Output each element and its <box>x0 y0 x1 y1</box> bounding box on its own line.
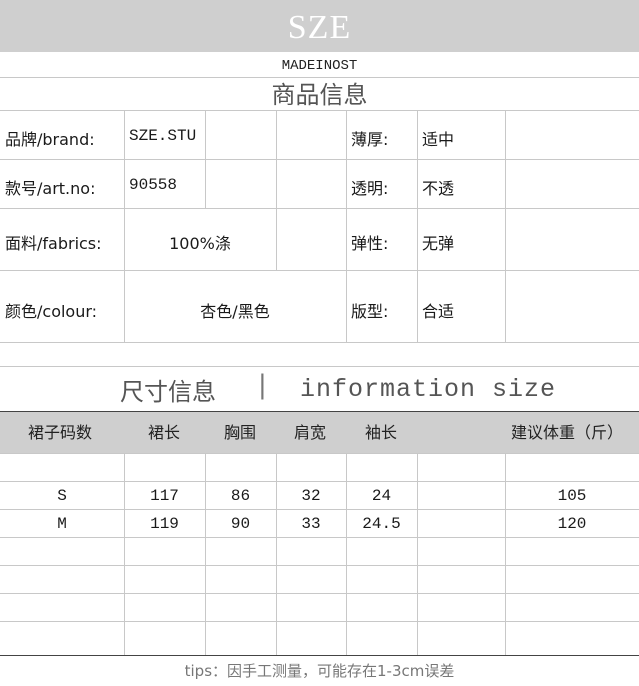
brand-title: SZE <box>0 0 639 52</box>
grid-line <box>0 481 639 482</box>
cell-size: M <box>57 515 67 533</box>
fit-value: 合适 <box>422 302 455 321</box>
grid-line <box>346 110 347 342</box>
grid-line <box>0 509 639 510</box>
grid-line <box>0 342 639 343</box>
colour-value: 杏色/黑色 <box>200 302 270 321</box>
grid-line <box>0 565 639 566</box>
art-no-value: 90558 <box>129 176 178 194</box>
transparency-value: 不透 <box>422 179 455 198</box>
grid-line <box>205 110 206 208</box>
grid-line <box>124 453 125 655</box>
grid-line <box>0 453 639 454</box>
cell-bust: 90 <box>230 515 251 533</box>
made-in-text: MADEINOST <box>281 58 358 74</box>
grid-line <box>205 453 206 655</box>
product-info-title: 商品信息 <box>271 81 368 109</box>
size-info-heading: 尺寸信息 | information size <box>0 366 639 412</box>
elasticity-label: 弹性: <box>351 234 389 253</box>
elasticity-value: 无弹 <box>422 234 455 253</box>
size-title-cn: 尺寸信息 <box>120 378 216 406</box>
header-bust: 胸围 <box>224 423 257 442</box>
fit-label: 版型: <box>351 302 389 321</box>
cell-weight: 120 <box>557 515 587 533</box>
grid-line <box>346 453 347 655</box>
colour-label: 颜色/colour: <box>5 302 98 321</box>
cell-length: 117 <box>150 487 179 505</box>
header-length: 裙长 <box>148 423 181 442</box>
cell-shoulder: 33 <box>301 515 321 533</box>
fabric-value: 100%涤 <box>169 234 231 253</box>
fabric-label: 面料/fabrics: <box>5 234 102 253</box>
grid-line <box>505 110 506 342</box>
art-no-label: 款号/art.no: <box>5 179 96 198</box>
brand-label: 品牌/brand: <box>5 130 95 149</box>
grid-line <box>0 537 639 538</box>
cell-length: 119 <box>150 515 179 533</box>
grid-line <box>505 453 506 655</box>
thickness-label: 薄厚: <box>351 130 389 149</box>
grid-line <box>0 593 639 594</box>
cell-size: S <box>57 487 67 505</box>
size-title-en: information size <box>300 375 557 404</box>
grid-line <box>0 621 639 622</box>
grid-line <box>0 270 639 271</box>
measurement-tips: tips：因手工测量，可能存在1-3cm误差 <box>184 662 455 680</box>
grid-line <box>417 453 418 655</box>
header-sleeve: 袖长 <box>365 423 398 442</box>
size-chart-page: SZE MADEINOST 商品信息 品牌/brand: SZE.STU 薄厚:… <box>0 0 639 685</box>
cell-sleeve: 24.5 <box>362 515 401 533</box>
grid-line <box>0 159 639 160</box>
transparency-label: 透明: <box>351 179 389 198</box>
title-separator: | <box>258 370 267 400</box>
grid-line <box>0 110 639 111</box>
cell-bust: 86 <box>230 487 251 505</box>
grid-line <box>276 453 277 655</box>
thickness-value: 适中 <box>422 130 455 149</box>
grid-line <box>0 208 639 209</box>
grid-line <box>276 110 277 270</box>
brand-value: SZE.STU <box>129 127 197 145</box>
header-weight: 建议体重（斤） <box>511 423 624 442</box>
header-shoulder: 肩宽 <box>294 423 327 442</box>
header-size: 裙子码数 <box>28 423 93 442</box>
cell-shoulder: 32 <box>301 487 321 505</box>
cell-weight: 105 <box>557 487 587 505</box>
grid-line <box>417 110 418 342</box>
cell-sleeve: 24 <box>371 487 392 505</box>
